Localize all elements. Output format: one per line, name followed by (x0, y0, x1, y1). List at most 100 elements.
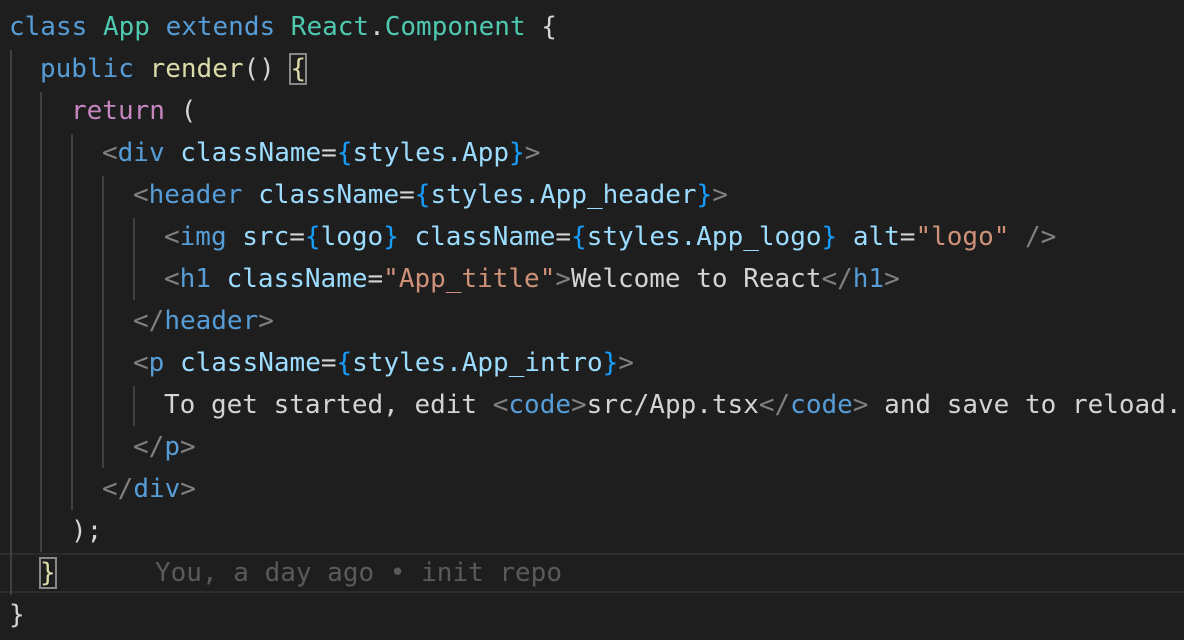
punctuation: . (369, 12, 385, 42)
punctuation: > (571, 390, 587, 420)
jsx-attribute: alt (852, 222, 900, 252)
jsx-tag: p (148, 348, 165, 378)
matched-brace: } (39, 557, 57, 589)
keyword: extends (165, 12, 276, 42)
code-line[interactable]: <div className={styles.App}> (102, 132, 540, 174)
code-line[interactable]: </header> (133, 300, 274, 342)
code-line[interactable]: <img src={logo} className={styles.App_lo… (164, 216, 1056, 258)
string-literal: "logo" (915, 222, 1010, 252)
code-line[interactable]: </p> (133, 426, 196, 468)
punctuation: </ (133, 306, 165, 336)
jsx-tag: header (148, 180, 243, 210)
jsx-text: src/App.tsx (586, 390, 759, 420)
brace: { (336, 348, 353, 378)
punctuation: < (133, 348, 149, 378)
jsx-expression: logo (320, 222, 384, 252)
brace: { (525, 12, 557, 42)
code-line[interactable]: To get started, edit <code>src/App.tsx</… (164, 384, 1182, 426)
code-line[interactable]: public render() { (40, 48, 308, 90)
indent-guide (133, 386, 135, 426)
punctuation: () (243, 54, 291, 84)
punctuation: ( (164, 96, 197, 126)
jsx-tag: h1 (179, 264, 211, 294)
punctuation: > (852, 390, 869, 420)
jsx-text: Welcome to React (571, 264, 822, 294)
brace: { (414, 180, 431, 210)
punctuation: ); (71, 516, 103, 546)
jsx-text: and save to reload. (868, 390, 1182, 420)
git-blame-annotation: You, a day ago • init repo (155, 558, 562, 588)
punctuation: = (289, 222, 305, 252)
code-line[interactable]: return ( (71, 90, 196, 132)
punctuation: > (179, 432, 196, 462)
punctuation: > (524, 138, 541, 168)
brace: } (383, 222, 399, 252)
brace: } (696, 180, 713, 210)
code-line[interactable]: <p className={styles.App_intro}> (133, 342, 634, 384)
indent-guide (133, 218, 135, 300)
code-line[interactable]: <header className={styles.App_header}> (133, 174, 728, 216)
punctuation: > (884, 264, 900, 294)
punctuation: < (164, 222, 180, 252)
punctuation: > (180, 474, 196, 504)
matched-brace: { (289, 53, 308, 85)
method-name: render (149, 54, 244, 84)
punctuation: > (555, 264, 572, 294)
jsx-attribute: className (180, 138, 322, 168)
code-line[interactable]: <h1 className="App_title">Welcome to Rea… (164, 258, 900, 300)
brace: } (602, 348, 619, 378)
jsx-attribute: src (242, 222, 290, 252)
brace: { (304, 222, 321, 252)
punctuation: = (899, 222, 916, 252)
indent-guide (71, 134, 73, 510)
punctuation: = (320, 348, 337, 378)
code-line[interactable]: class App extends React.Component { (9, 6, 557, 48)
jsx-attribute: className (226, 264, 368, 294)
jsx-tag: p (164, 432, 180, 462)
keyword: class (9, 12, 88, 42)
brace: } (821, 222, 838, 252)
jsx-tag: code (790, 390, 853, 420)
keyword: public (40, 54, 134, 84)
indent-guide (10, 50, 12, 595)
string-literal: "App_title" (383, 264, 556, 294)
punctuation: = (555, 222, 572, 252)
punctuation: > (258, 306, 274, 336)
namespace: React (290, 12, 370, 42)
code-line[interactable]: ); (71, 510, 102, 552)
code-editor[interactable]: class App extends React.Component { publ… (0, 0, 1184, 640)
brace: } (9, 600, 25, 630)
punctuation: < (164, 264, 180, 294)
indent-guide (102, 176, 104, 468)
class-name: App (102, 12, 150, 42)
brace: { (336, 138, 353, 168)
punctuation: </ (102, 474, 134, 504)
code-line[interactable]: </div> (102, 468, 196, 510)
indent-guide (40, 92, 42, 552)
punctuation: </ (821, 264, 853, 294)
punctuation: > (618, 348, 634, 378)
punctuation: </ (133, 432, 165, 462)
jsx-expression: styles.App_header (430, 180, 697, 210)
jsx-expression: styles.App (352, 138, 510, 168)
jsx-tag: header (164, 306, 259, 336)
punctuation: = (367, 264, 384, 294)
code-line[interactable]: } (9, 594, 25, 636)
base-class: Component (384, 12, 526, 42)
punctuation: /> (1025, 222, 1057, 252)
jsx-tag: div (117, 138, 165, 168)
jsx-attribute: className (258, 180, 400, 210)
punctuation: < (133, 180, 149, 210)
jsx-tag: code (508, 390, 572, 420)
jsx-tag: img (179, 222, 227, 252)
punctuation: </ (758, 390, 791, 420)
code-line[interactable]: } (39, 552, 57, 594)
jsx-expression: styles.App_logo (586, 222, 822, 252)
punctuation: > (712, 180, 728, 210)
jsx-attribute: className (179, 348, 321, 378)
keyword: return (71, 96, 165, 126)
jsx-attribute: className (414, 222, 556, 252)
brace: } (509, 138, 525, 168)
punctuation: = (399, 180, 415, 210)
jsx-tag: div (133, 474, 181, 504)
